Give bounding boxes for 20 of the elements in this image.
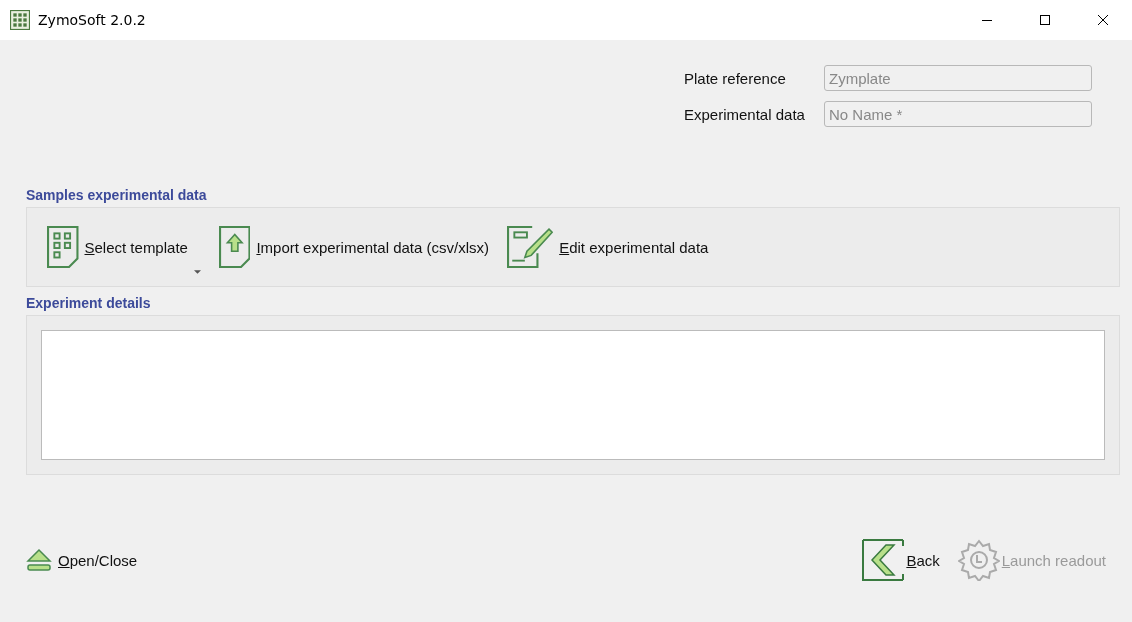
caret-icon xyxy=(193,270,201,274)
toolbar-button[interactable]: Select template xyxy=(47,226,201,268)
grid-document-icon xyxy=(47,226,79,268)
field-label: Plate reference xyxy=(684,69,787,87)
eject-icon xyxy=(26,548,52,572)
field-label: Experimental data xyxy=(684,105,806,123)
toolbar-button[interactable]: Edit experimental data xyxy=(507,226,709,268)
upload-document-icon xyxy=(218,226,251,268)
section-title: Samples experimental data xyxy=(26,187,208,203)
footer-button[interactable]: Back xyxy=(862,539,940,581)
window-title: ZymoSoft 2.0.2 xyxy=(38,12,146,28)
toolbar-button[interactable]: Import experimental data (csv/xlsx) xyxy=(218,226,489,268)
app-logo-icon xyxy=(10,10,30,30)
close-icon[interactable] xyxy=(1097,14,1109,26)
open-close-button[interactable]: Open/Close xyxy=(26,548,138,572)
section-title: Experiment details xyxy=(26,295,152,311)
edit-document-icon xyxy=(507,226,554,268)
maximize-icon[interactable] xyxy=(1039,14,1051,26)
back-chevron-icon xyxy=(862,539,905,581)
gear-clock-icon xyxy=(957,539,1000,581)
